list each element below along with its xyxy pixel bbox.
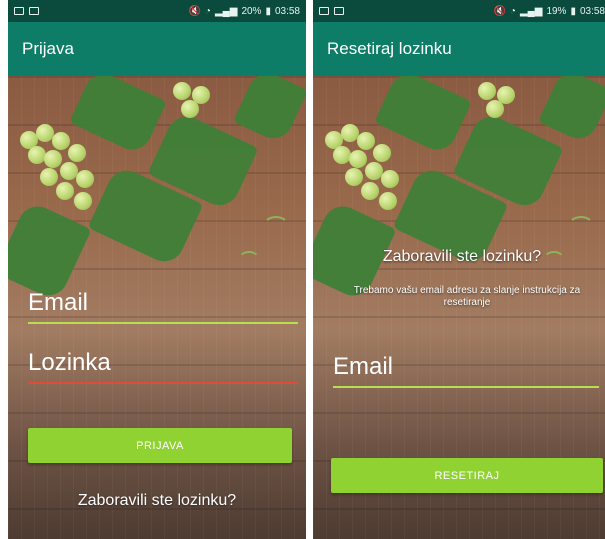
leaf-decoration [537, 76, 605, 145]
page-title: Resetiraj lozinku [327, 39, 452, 58]
grape [345, 168, 363, 186]
reset-description: Trebamo vašu email adresu za slanje inst… [339, 285, 595, 309]
battery-percent: 19% [546, 5, 567, 17]
app-bar: Resetiraj lozinku [313, 22, 605, 76]
reset-heading-text: Zaboravili ste lozinku? [382, 248, 542, 265]
password-placeholder: Lozinka [28, 349, 111, 376]
reset-button-label: RESETIRAJ [434, 469, 500, 482]
grape [40, 168, 58, 186]
email-field[interactable]: Email [28, 286, 298, 324]
grape [361, 182, 379, 200]
reset-heading: Zaboravili ste lozinku? [313, 248, 605, 266]
grape [181, 100, 199, 118]
status-left [319, 7, 344, 15]
status-right: 🔇 ◔ ▂▄▆ 20% ▮ 03:58 [188, 6, 300, 17]
status-left [14, 7, 39, 15]
forgot-password-text: Zaboravili ste lozinku? [77, 492, 237, 509]
battery-icon: ▮ [570, 5, 576, 17]
email-placeholder: Email [28, 289, 89, 316]
status-time: 03:58 [274, 5, 300, 17]
status-bar: 🔇 ◔ ▂▄▆ 20% ▮ 03:58 [8, 0, 306, 22]
password-field[interactable]: Lozinka [28, 346, 298, 384]
grape [478, 82, 496, 100]
status-right: 🔇 ◔ ▂▄▆ 19% ▮ 03:58 [493, 6, 605, 17]
grape [349, 150, 367, 168]
email-field[interactable]: Email [333, 350, 599, 388]
login-screen: 🔇 ◔ ▂▄▆ 20% ▮ 03:58 Prijava Email Lozink… [8, 0, 306, 539]
mute-icon: 🔇 [493, 5, 506, 17]
forgot-password-link[interactable]: Zaboravili ste lozinku? [8, 492, 306, 510]
signal-icon: ▂▄▆ [214, 5, 238, 17]
email-underline [28, 322, 298, 324]
grape [68, 144, 86, 162]
grape [379, 192, 397, 210]
tendril [568, 216, 594, 236]
app-bar: Prijava [8, 22, 306, 76]
grape [28, 146, 46, 164]
leaf-decoration [232, 76, 306, 145]
image-icon [334, 7, 344, 15]
grape [52, 132, 70, 150]
tendril [238, 251, 260, 269]
wifi-icon: ◔ [204, 5, 211, 17]
leaf-decoration [69, 76, 167, 157]
mute-icon: 🔇 [188, 5, 201, 17]
tendril [263, 216, 289, 236]
grape [173, 82, 191, 100]
status-time: 03:58 [579, 5, 605, 17]
login-button-label: PRIJAVA [136, 439, 184, 452]
grape [44, 150, 62, 168]
password-underline [28, 382, 298, 384]
screen-divider [306, 0, 313, 539]
reset-button[interactable]: RESETIRAJ [331, 458, 603, 493]
leaf-decoration [374, 76, 472, 157]
wifi-icon: ◔ [509, 5, 516, 17]
grape [74, 192, 92, 210]
email-underline [333, 386, 599, 388]
gallery-icon [319, 7, 329, 15]
grape [486, 100, 504, 118]
grape [373, 144, 391, 162]
grape [381, 170, 399, 188]
grape [333, 146, 351, 164]
image-icon [29, 7, 39, 15]
signal-icon: ▂▄▆ [519, 5, 543, 17]
gallery-icon [14, 7, 24, 15]
email-placeholder: Email [333, 353, 394, 380]
page-title: Prijava [22, 39, 74, 58]
battery-icon: ▮ [265, 5, 271, 17]
grape [76, 170, 94, 188]
grape [357, 132, 375, 150]
status-bar: 🔇 ◔ ▂▄▆ 19% ▮ 03:58 [313, 0, 605, 22]
reset-password-screen: 🔇 ◔ ▂▄▆ 19% ▮ 03:58 Resetiraj lozinku Za… [313, 0, 605, 539]
reset-description-text: Trebamo vašu email adresu za slanje inst… [353, 285, 581, 308]
battery-percent: 20% [241, 5, 262, 17]
grape [56, 182, 74, 200]
login-button[interactable]: PRIJAVA [28, 428, 292, 463]
